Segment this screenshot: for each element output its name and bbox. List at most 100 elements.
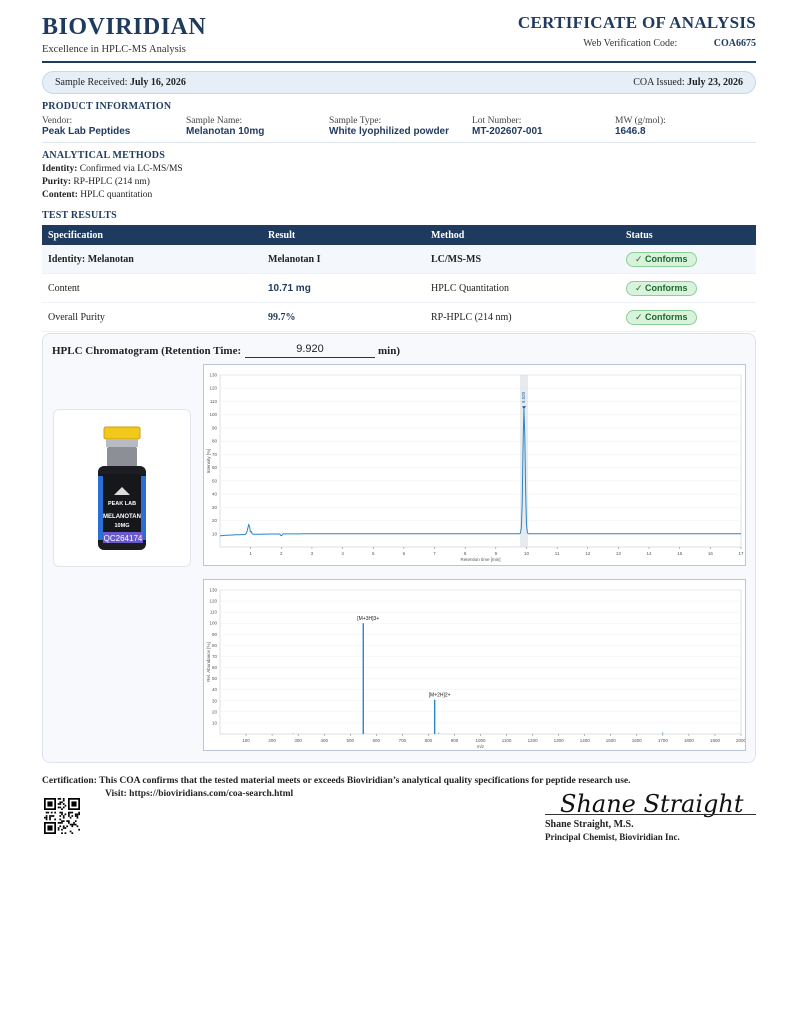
qr-module <box>69 830 72 833</box>
qr-module <box>76 813 79 816</box>
issued-value: July 23, 2026 <box>687 77 743 88</box>
vial-dose: 10MG <box>115 523 130 529</box>
col-result: Result <box>262 225 425 245</box>
peak-label: 9.920 <box>521 391 526 403</box>
plot-area <box>219 374 742 548</box>
qr-module <box>61 832 63 834</box>
x-tick-label: 100 <box>242 738 250 743</box>
x-tick-label: 800 <box>425 738 433 743</box>
qr-module <box>49 818 51 821</box>
qr-module <box>59 798 62 800</box>
qr-module <box>73 822 75 824</box>
x-tick-label: 1400 <box>580 738 591 743</box>
field-label: Sample Name: <box>186 116 243 126</box>
product-field-lot: Lot Number: MT-202607-001 <box>472 116 543 137</box>
qr-module <box>45 818 48 821</box>
y-tick-label: 120 <box>209 386 217 391</box>
qr-module <box>71 825 74 828</box>
method-content: Content: HPLC quantitation <box>42 189 152 202</box>
product-vial-image: PEAK LAB MELANOTAN 10MG QC264174 <box>53 409 191 567</box>
qr-module <box>71 823 74 826</box>
table-header-row: Specification Result Method Status <box>42 225 756 245</box>
qr-module <box>66 820 68 822</box>
method-value: RP-HPLC (214 nm) <box>73 177 150 187</box>
y-tick-label: 90 <box>212 425 218 430</box>
qr-module <box>62 806 65 809</box>
field-value: Peak Lab Peptides <box>42 126 131 137</box>
table-row: Content 10.71 mg HPLC Quantitation ✓ Con… <box>42 273 756 303</box>
qr-module <box>68 815 70 817</box>
y-tick-label: 20 <box>212 518 218 523</box>
cell-result: 10.71 mg <box>262 273 425 303</box>
qr-module <box>62 799 65 802</box>
x-tick-label: 1800 <box>684 738 695 743</box>
qr-module <box>57 828 60 831</box>
y-axis-label: Rel. Abundance [%] <box>206 642 211 682</box>
y-tick-label: 110 <box>210 610 218 615</box>
product-heading: PRODUCT INFORMATION <box>42 101 172 112</box>
y-tick-label: 70 <box>212 654 218 659</box>
x-tick-label: 200 <box>268 738 276 743</box>
y-tick-label: 30 <box>212 505 218 510</box>
qr-module <box>71 811 74 814</box>
qr-module <box>54 811 56 814</box>
qr-module <box>50 815 53 817</box>
method-identity: Identity: Confirmed via LC-MS/MS <box>42 163 183 176</box>
y-tick-label: 50 <box>212 478 218 483</box>
y-tick-label: 70 <box>212 452 218 457</box>
qr-module <box>76 825 79 828</box>
qr-module <box>59 815 62 817</box>
x-tick-label: 1500 <box>606 738 617 743</box>
received-value: July 16, 2026 <box>129 77 186 88</box>
qr-module <box>71 832 74 834</box>
x-tick-label: 11 <box>555 551 560 556</box>
qr-module <box>61 822 63 824</box>
qr-module <box>69 823 72 826</box>
table-row: Identity: Melanotan Melanotan I LC/MS-MS… <box>42 245 756 274</box>
x-tick-label: 12 <box>585 551 591 556</box>
qr-module <box>59 818 62 821</box>
x-axis-label: m/z <box>477 744 485 749</box>
ms-peak-label: [M+3H]3+ <box>357 616 379 622</box>
product-field-sample-type: Sample Type: White lyophilized powder <box>329 116 449 137</box>
qr-module <box>68 820 70 822</box>
qr-module <box>62 825 65 828</box>
x-tick-label: 17 <box>738 551 744 556</box>
qr-module <box>61 801 63 804</box>
verification-link[interactable]: Visit: https://bioviridians.com/coa-sear… <box>105 789 293 799</box>
x-tick-label: 1900 <box>710 738 721 743</box>
col-specification: Specification <box>42 225 262 245</box>
y-tick-label: 60 <box>212 465 218 470</box>
y-tick-label: 80 <box>212 643 218 648</box>
x-tick-label: 1000 <box>475 738 486 743</box>
qr-module <box>44 816 46 819</box>
qr-module <box>76 815 79 817</box>
cell-result: 99.7% <box>262 302 425 332</box>
issued-date: COA Issued: July 23, 2026 <box>633 77 743 88</box>
qr-module <box>62 815 65 817</box>
cell-spec: Content <box>42 273 262 303</box>
y-tick-label: 90 <box>212 632 218 637</box>
x-tick-label: 1300 <box>554 738 565 743</box>
cell-method: RP-HPLC (214 nm) <box>425 302 620 332</box>
certification-statement: Certification: This COA confirms that th… <box>42 776 631 786</box>
qr-module <box>61 811 63 814</box>
retention-time-unit: min) <box>378 345 400 357</box>
x-tick-label: 10 <box>524 551 530 556</box>
qr-module <box>50 811 53 814</box>
qr-finder-core <box>71 801 77 807</box>
qr-code-icon[interactable] <box>44 798 80 834</box>
x-tick-label: 4 <box>341 551 344 556</box>
qr-module <box>61 813 63 816</box>
qr-module <box>57 798 60 800</box>
qr-module <box>59 811 62 814</box>
divider <box>42 142 756 143</box>
field-label: Sample Type: <box>329 116 382 126</box>
x-tick-label: 15 <box>677 551 683 556</box>
field-value: Melanotan 10mg <box>186 126 265 137</box>
signer-name: Shane Straight, M.S. <box>545 819 634 830</box>
cell-status: ✓ Conforms <box>620 245 756 274</box>
method-value: HPLC quantitation <box>80 190 153 200</box>
x-tick-label: 1600 <box>632 738 643 743</box>
method-label: Content: <box>42 190 78 200</box>
